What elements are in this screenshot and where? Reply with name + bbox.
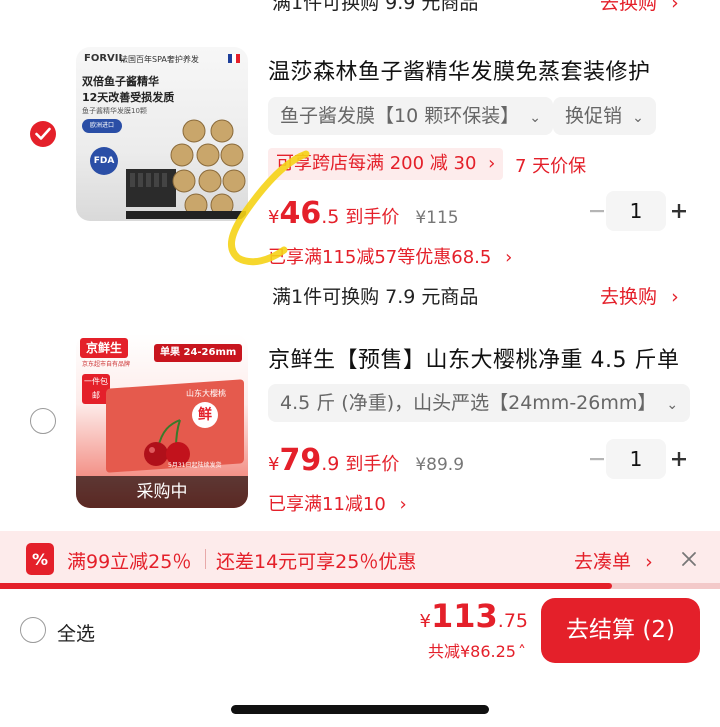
item-1-exchange-text: 满1件可换购 7.9 元商品 [272,286,479,308]
chevron-right-icon: › [645,551,653,573]
minus-icon[interactable] [586,200,608,222]
select-all-checkbox[interactable] [20,617,46,643]
chevron-down-icon: ⌄ [666,397,679,413]
item-1-promo-switch[interactable]: 换促销 ⌄ [553,97,656,135]
select-all-label[interactable]: 全选 [57,619,95,646]
exchange-text: 满1件可换购 9.9 元商品 [272,0,479,14]
close-icon[interactable] [680,550,698,568]
image-brand: FORVIL [84,53,125,64]
plus-icon[interactable] [668,200,690,222]
banner-divider [205,549,206,569]
item-1-title[interactable]: 温莎森林鱼子酱精华发膜免蒸套装修护 [268,54,651,86]
purchasing-overlay: 采购中 [76,476,248,508]
item-2-spec-selector[interactable]: 4.5 斤 (净重)，山头严选【24mm-26mm】 ⌄ [268,384,691,422]
chevron-down-icon: ⌄ [529,110,541,126]
yellow-annotation-scribble [227,150,310,266]
item-1-price-protect: 7 天价保 [515,156,587,177]
item-1-quantity[interactable]: 1 [606,191,666,231]
banner-main-text: 满99立减25％ [67,551,192,573]
france-flag-icon [228,54,240,63]
plus-icon[interactable] [668,448,690,470]
checkout-button[interactable]: 去结算 (2) [541,598,700,663]
chevron-right-icon: › [671,286,679,308]
chevron-right-icon: › [505,247,513,268]
item-2-quantity[interactable]: 1 [606,439,666,479]
chevron-right-icon: › [399,494,407,515]
total-price: ¥113.75 [419,597,528,635]
item-2-price: ¥79.9 到手价 ¥89.9 [268,443,465,478]
exchange-row-partial: 满1件可换购 9.9 元商品 去换购 › [0,0,720,22]
item-2-original-price: ¥89.9 [415,455,465,475]
item-2-discount-detail[interactable]: 已享满11减10 › [268,490,407,516]
item-1-checkbox[interactable] [30,121,56,147]
promotion-banner[interactable]: % 满99立减25％ 还差14元可享25％优惠 去凑单 › [0,531,720,587]
chevron-up-icon: ˄ [518,642,526,661]
item-2-checkbox[interactable] [30,408,56,434]
item-1-spec-selector[interactable]: 鱼子酱发膜【10 颗环保装】 ⌄ [268,97,553,135]
checkmark-icon [35,127,51,140]
product-image-cherry[interactable]: 京鲜生 京东超市自有品牌 单果 24-26mm 一件包邮 山东大樱桃 鲜 5月3… [76,334,248,508]
chevron-right-icon: › [671,0,679,14]
item-2-title[interactable]: 京鲜生【预售】山东大樱桃净重 4.5 斤单 [268,342,679,374]
fda-badge-icon: FDA [90,147,118,175]
discount-bag-icon: % [26,543,54,575]
exchange-link[interactable]: 去换购 › [600,0,679,15]
item-1-exchange-link[interactable]: 去换购 › [600,282,679,309]
item-1-original-price: ¥115 [415,208,459,228]
total-saved-toggle[interactable]: 共减¥86.25 ˄ [428,638,526,662]
chevron-right-icon: › [488,153,496,174]
banner-tip-text: 还差14元可享25％优惠 [216,551,417,573]
minus-icon[interactable] [586,448,608,470]
banner-add-more-link[interactable]: 去凑单 › [574,547,653,574]
home-indicator [231,705,489,714]
chevron-down-icon: ⌄ [632,110,644,126]
